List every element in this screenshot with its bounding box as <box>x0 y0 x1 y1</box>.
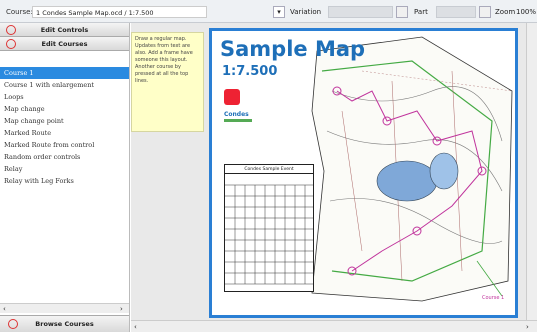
course-list-item[interactable]: Relay with Leg Forks <box>0 175 129 187</box>
variation-dropdown[interactable]: ▾ <box>273 6 285 18</box>
chevron-left-icon[interactable]: ‹ <box>134 321 137 333</box>
canvas-horizontal-scrollbar[interactable]: ‹ › <box>131 320 537 332</box>
control-description-sheet: Condes Sample Event <box>224 164 314 292</box>
edit-courses-button[interactable]: Edit Courses <box>0 37 129 51</box>
course-list: Course 1 Course 1 with enlargement Loops Ma… <box>0 67 129 317</box>
brand-stripe <box>224 119 252 122</box>
zoom-label: Zoom <box>495 8 516 16</box>
brand-logo: Condes <box>224 111 249 118</box>
browse-courses-label: Browse Courses <box>35 320 94 328</box>
part-label: Part <box>414 8 428 16</box>
chevron-right-icon[interactable]: › <box>526 321 529 333</box>
course-list-item[interactable]: Map change point <box>0 115 129 127</box>
description-title: Condes Sample Event <box>225 165 313 174</box>
horizontal-scrollbar[interactable]: ‹ › <box>0 303 129 313</box>
course-list-item[interactable]: Relay <box>0 163 129 175</box>
chevron-down-icon: ▾ <box>277 8 281 16</box>
map-title: Sample Map <box>220 37 366 61</box>
logo-icon <box>224 89 240 105</box>
map-frame[interactable]: Sample Map 1:7.500 Condes Condes Sample … <box>209 28 518 318</box>
zoom-value[interactable]: 100% <box>516 8 536 16</box>
course-label: Course: <box>6 8 33 16</box>
browse-courses-button[interactable]: Browse Courses <box>0 315 129 332</box>
notes-panel: Draw a regular map. Updates from text ar… <box>131 32 204 132</box>
edit-courses-label: Edit Courses <box>41 40 88 48</box>
variation-select[interactable] <box>328 6 393 18</box>
course-list-item[interactable]: Map change <box>0 103 129 115</box>
toolbar: Course: 1 Condes Sample Map.ocd / 1:7.50… <box>0 0 537 23</box>
edit-controls-button[interactable]: Edit Controls <box>0 23 129 37</box>
control-icon <box>6 25 16 35</box>
left-panel: Edit Controls Edit Courses Course 1 Cours… <box>0 23 130 332</box>
course-list-item[interactable]: Marked Route <box>0 127 129 139</box>
vertical-scrollbar[interactable] <box>526 23 537 320</box>
course-icon <box>8 319 18 329</box>
course-list-item[interactable]: Loops <box>0 91 129 103</box>
zoom-dropdown[interactable] <box>479 6 491 18</box>
course-select[interactable]: 1 Condes Sample Map.ocd / 1:7.500 <box>32 6 207 18</box>
chevron-left-icon[interactable]: ‹ <box>3 304 6 314</box>
course-list-item[interactable]: Marked Route from control <box>0 139 129 151</box>
edit-controls-label: Edit Controls <box>40 26 89 34</box>
description-grid <box>225 184 313 285</box>
course-list-item[interactable]: Random order controls <box>0 151 129 163</box>
part-dropdown[interactable] <box>396 6 408 18</box>
course-caption: Course 1 <box>482 295 505 301</box>
map-canvas[interactable]: Draw a regular map. Updates from text ar… <box>131 23 537 320</box>
part-select[interactable] <box>436 6 476 18</box>
chevron-right-icon[interactable]: › <box>120 304 123 314</box>
course-icon <box>6 39 16 49</box>
course-list-item[interactable]: Course 1 with enlargement <box>0 79 129 91</box>
course-list-item[interactable]: Course 1 <box>0 67 129 79</box>
map-scale: 1:7.500 <box>222 64 278 79</box>
variation-label: Variation <box>290 8 322 16</box>
